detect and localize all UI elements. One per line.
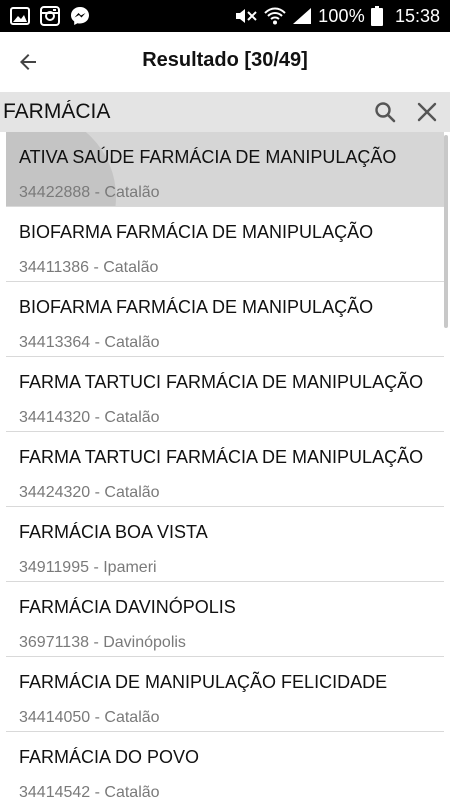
item-phone-city: 34411386 - Catalão: [19, 259, 159, 276]
search-button[interactable]: [372, 99, 398, 125]
search-bar: [0, 92, 450, 132]
clock: 15:38: [394, 5, 440, 26]
mute-icon: [234, 7, 258, 25]
item-name: FARMÁCIA DAVINÓPOLIS: [19, 597, 236, 617]
search-icon: [375, 102, 396, 123]
results-list[interactable]: ATIVA SAÚDE FARMÁCIA DE MANIPULAÇÃO 3442…: [6, 132, 444, 800]
item-name: FARMÁCIA DE MANIPULAÇÃO FELICIDADE: [19, 672, 388, 692]
item-name: BIOFARMA FARMÁCIA DE MANIPULAÇÃO: [19, 297, 374, 317]
page-title: Resultado [30/49]: [142, 49, 308, 71]
item-name: FARMA TARTUCI FARMÁCIA DE MANIPULAÇÃO: [19, 447, 424, 467]
scrollbar[interactable]: [444, 135, 448, 328]
instagram-icon: [40, 6, 60, 26]
battery-icon: [370, 6, 383, 26]
item-name: FARMÁCIA DO POVO: [19, 747, 200, 767]
battery-percentage: 100%: [318, 5, 365, 26]
item-phone-city: 34422888 - Catalão: [19, 184, 160, 201]
wifi-icon: [264, 7, 286, 25]
item-name: ATIVA SAÚDE FARMÁCIA DE MANIPULAÇÃO: [19, 147, 397, 167]
list-item[interactable]: FARMÁCIA DE MANIPULAÇÃO FELICIDADE 34414…: [6, 657, 444, 732]
status-bar-system: 100% 15:38: [234, 6, 440, 27]
list-item[interactable]: FARMA TARTUCI FARMÁCIA DE MANIPULAÇÃO 34…: [6, 357, 444, 432]
item-phone-city: 34414050 - Catalão: [19, 709, 160, 726]
item-phone-city: 34414320 - Catalão: [19, 409, 160, 426]
item-phone-city: 36971138 - Davinópolis: [19, 634, 186, 651]
item-phone-city: 34911995 - Ipameri: [19, 559, 157, 576]
item-name: FARMA TARTUCI FARMÁCIA DE MANIPULAÇÃO: [19, 372, 424, 392]
close-icon: [417, 102, 437, 122]
search-input[interactable]: [3, 92, 358, 132]
list-item[interactable]: ATIVA SAÚDE FARMÁCIA DE MANIPULAÇÃO 3442…: [6, 132, 444, 207]
clear-search-button[interactable]: [414, 99, 440, 125]
status-bar-notifications: [10, 6, 90, 26]
item-phone-city: 34424320 - Catalão: [19, 484, 160, 501]
messenger-icon: [70, 6, 90, 26]
image-icon: [10, 7, 30, 25]
app-bar: Resultado [30/49]: [0, 32, 450, 92]
list-item[interactable]: FARMÁCIA BOA VISTA 34911995 - Ipameri: [6, 507, 444, 582]
item-phone-city: 34413364 - Catalão: [19, 334, 160, 351]
status-bar: 100% 15:38: [0, 0, 450, 32]
signal-icon: [292, 7, 312, 25]
item-name: BIOFARMA FARMÁCIA DE MANIPULAÇÃO: [19, 222, 374, 242]
list-item[interactable]: FARMÁCIA DAVINÓPOLIS 36971138 - Davinópo…: [6, 582, 444, 657]
item-name: FARMÁCIA BOA VISTA: [19, 522, 208, 542]
list-item[interactable]: FARMÁCIA DO POVO 34414542 - Catalão: [6, 732, 444, 800]
item-phone-city: 34414542 - Catalão: [19, 784, 160, 800]
list-item[interactable]: BIOFARMA FARMÁCIA DE MANIPULAÇÃO 3441138…: [6, 207, 444, 282]
list-item[interactable]: FARMA TARTUCI FARMÁCIA DE MANIPULAÇÃO 34…: [6, 432, 444, 507]
list-item[interactable]: BIOFARMA FARMÁCIA DE MANIPULAÇÃO 3441336…: [6, 282, 444, 357]
